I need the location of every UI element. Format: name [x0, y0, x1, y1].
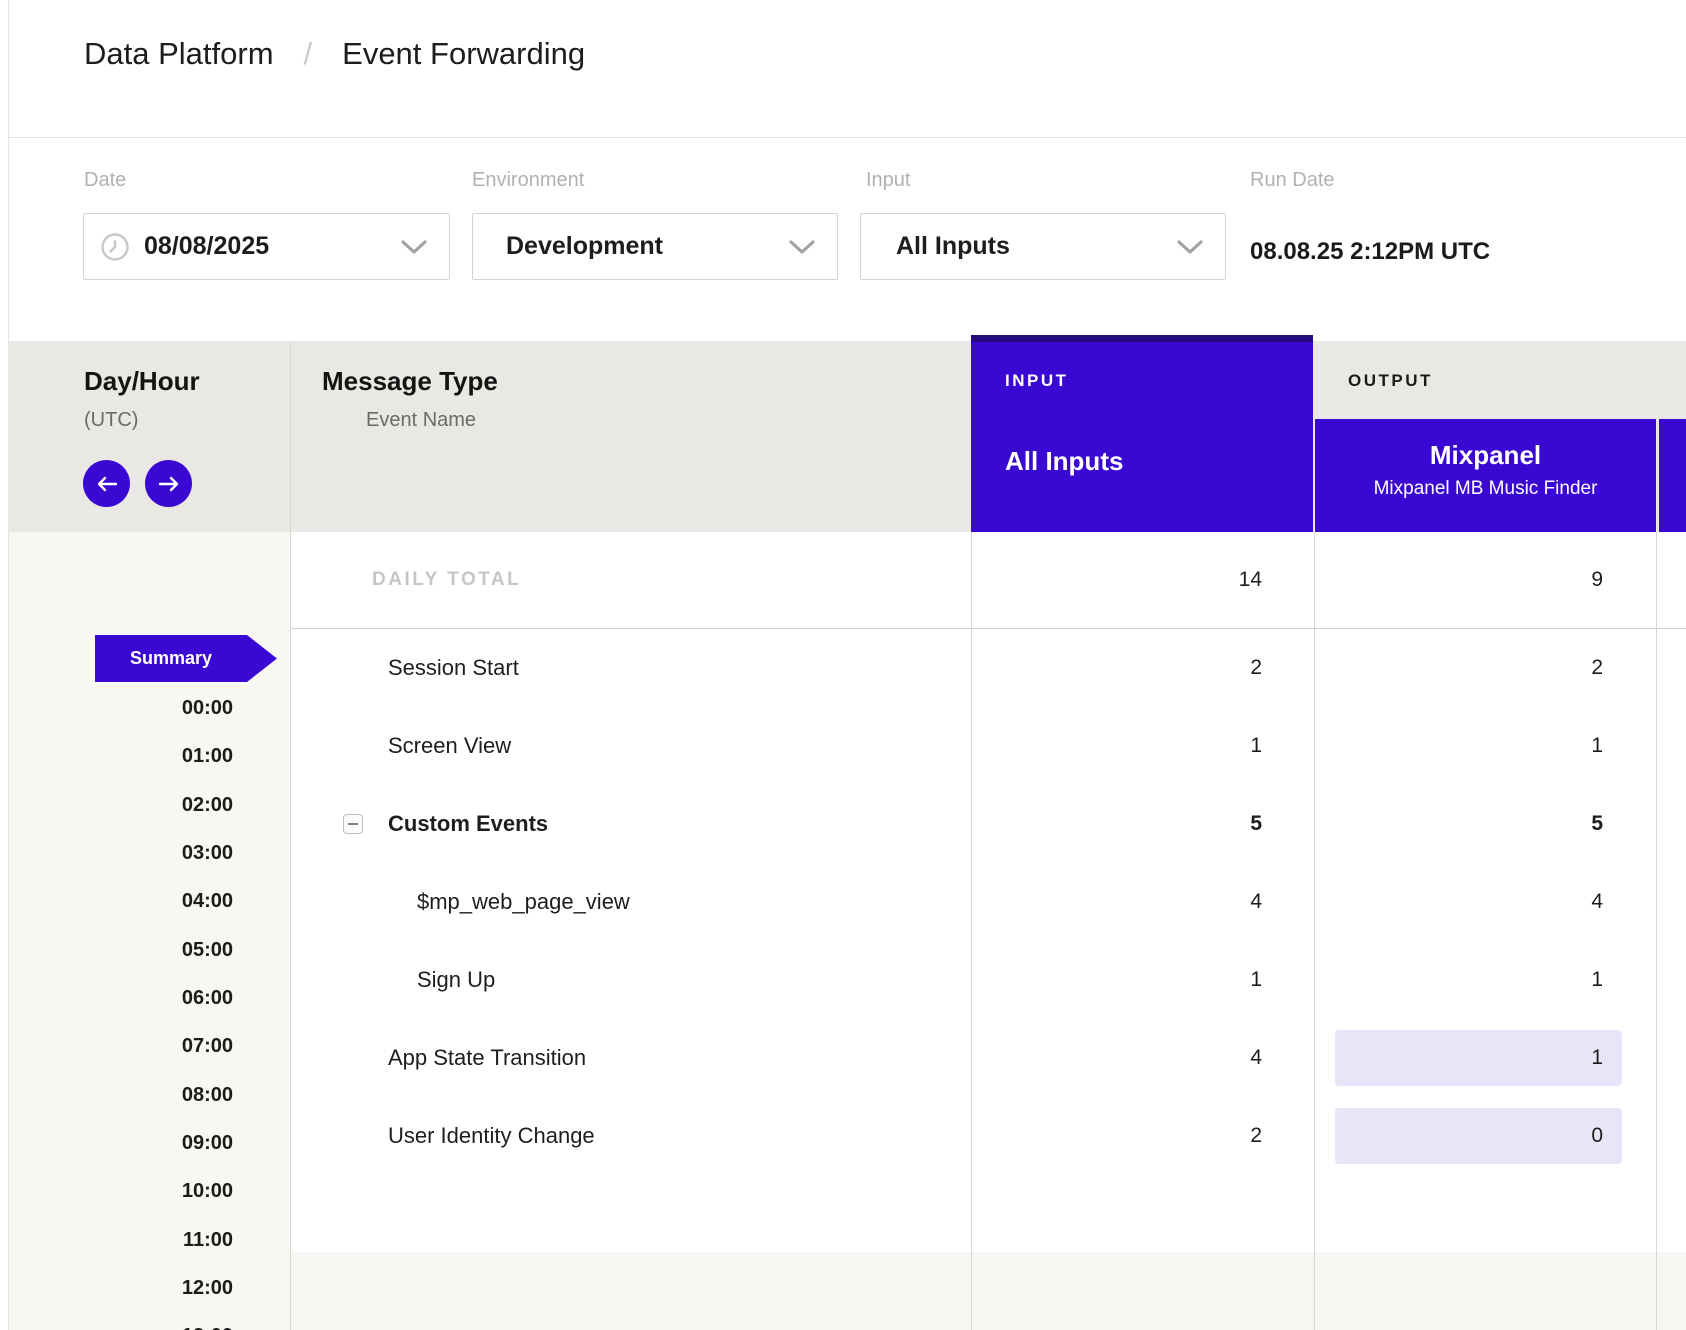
breadcrumb-section[interactable]: Data Platform: [84, 36, 274, 72]
column-divider: [1656, 532, 1657, 1330]
hour-label[interactable]: 06:00: [84, 987, 233, 1009]
table-row: Session Start 2 2: [291, 629, 1686, 707]
environment-dropdown-value: Development: [506, 232, 663, 261]
page-title: Event Forwarding: [342, 36, 585, 72]
clock-icon: [100, 232, 130, 262]
daily-total-row: DAILY TOTAL 14 9: [291, 532, 1686, 629]
row-input-value: 1: [971, 707, 1262, 785]
row-input-value: 4: [971, 863, 1262, 941]
row-input-value: 1: [971, 941, 1262, 1019]
chevron-down-icon: [401, 239, 427, 255]
input-dropdown[interactable]: All Inputs: [860, 213, 1226, 280]
input-column-header[interactable]: INPUT All Inputs: [971, 335, 1313, 532]
row-output-value: 4: [1314, 863, 1603, 941]
hour-label[interactable]: 13:00: [84, 1325, 233, 1330]
hour-label[interactable]: 00:00: [84, 697, 233, 719]
output-column-name: Mixpanel: [1315, 440, 1656, 471]
minus-glyph: [348, 823, 358, 825]
row-label: Session Start: [388, 629, 519, 707]
daily-total-input-value: 14: [971, 532, 1262, 628]
table-row: Custom Events 5 5: [291, 785, 1686, 863]
input-dropdown-value: All Inputs: [896, 232, 1010, 261]
input-section-label: INPUT: [1005, 371, 1069, 391]
hour-label[interactable]: 07:00: [84, 1035, 233, 1057]
row-label: User Identity Change: [388, 1097, 595, 1175]
row-input-value: 2: [971, 1097, 1262, 1175]
next-day-button[interactable]: [145, 460, 192, 507]
column-divider: [290, 341, 291, 1330]
hour-label[interactable]: 04:00: [84, 890, 233, 912]
summary-badge[interactable]: Summary: [95, 635, 277, 682]
run-date-label: Run Date: [1250, 169, 1335, 192]
output-column-partial: [1659, 419, 1686, 532]
column-divider: [1314, 532, 1315, 1330]
row-output-value: 1: [1314, 707, 1603, 785]
daily-total-output-value: 9: [1314, 532, 1603, 628]
table-row: App State Transition 4 1: [291, 1019, 1686, 1097]
breadcrumb-separator: /: [304, 36, 313, 72]
summary-badge-label: Summary: [95, 635, 247, 682]
row-output-value: 0: [1335, 1108, 1622, 1164]
row-output-value: 5: [1314, 785, 1603, 863]
hour-label[interactable]: 12:00: [84, 1277, 233, 1299]
row-input-value: 5: [971, 785, 1262, 863]
date-dropdown[interactable]: 08/08/2025: [83, 213, 450, 280]
row-input-value: 2: [971, 629, 1262, 707]
header-divider: [9, 137, 1686, 138]
row-output-value: 2: [1314, 629, 1603, 707]
row-label: Sign Up: [417, 941, 495, 1019]
environment-filter-label: Environment: [472, 169, 584, 192]
table-row: User Identity Change 2 0: [291, 1097, 1686, 1175]
day-hour-subtitle: (UTC): [84, 409, 138, 432]
column-divider: [971, 532, 972, 1330]
hour-label[interactable]: 01:00: [84, 745, 233, 767]
collapse-icon[interactable]: [343, 814, 363, 834]
hour-label[interactable]: 03:00: [84, 842, 233, 864]
row-output-value: 1: [1314, 941, 1603, 1019]
row-output-value: 1: [1335, 1030, 1622, 1086]
message-type-header: Message Type: [322, 366, 498, 397]
row-label: Custom Events: [388, 785, 548, 863]
environment-dropdown[interactable]: Development: [472, 213, 838, 280]
row-input-value: 4: [971, 1019, 1262, 1097]
table-row: Sign Up 1 1: [291, 941, 1686, 1019]
hour-label[interactable]: 02:00: [84, 794, 233, 816]
arrow-left-icon: [96, 476, 118, 492]
output-column-header[interactable]: Mixpanel Mixpanel MB Music Finder: [1315, 419, 1656, 532]
hour-label[interactable]: 05:00: [84, 939, 233, 961]
table-row: Screen View 1 1: [291, 707, 1686, 785]
prev-day-button[interactable]: [83, 460, 130, 507]
input-filter-label: Input: [866, 169, 910, 192]
flagged-output-cell[interactable]: 0: [1335, 1108, 1622, 1164]
input-column-accent-strip: [971, 335, 1313, 342]
row-label: Screen View: [388, 707, 511, 785]
hour-label[interactable]: 11:00: [84, 1229, 233, 1251]
row-label: $mp_web_page_view: [417, 863, 630, 941]
arrow-right-icon: [158, 476, 180, 492]
hour-label[interactable]: 10:00: [84, 1180, 233, 1202]
day-hour-header: Day/Hour: [84, 366, 200, 397]
input-column-name: All Inputs: [1005, 446, 1123, 477]
message-type-subtitle: Event Name: [366, 409, 476, 432]
chevron-down-icon: [1177, 239, 1203, 255]
date-dropdown-value: 08/08/2025: [144, 232, 269, 261]
chevron-down-icon: [789, 239, 815, 255]
output-column-subtitle: Mixpanel MB Music Finder: [1315, 478, 1656, 500]
table-row: $mp_web_page_view 4 4: [291, 863, 1686, 941]
flagged-output-cell[interactable]: 1: [1335, 1030, 1622, 1086]
hour-label[interactable]: 08:00: [84, 1084, 233, 1106]
run-date-value: 08.08.25 2:12PM UTC: [1250, 238, 1490, 266]
date-filter-label: Date: [84, 169, 126, 192]
output-section-label: OUTPUT: [1348, 371, 1433, 391]
breadcrumb: Data Platform / Event Forwarding: [84, 36, 585, 72]
event-forwarding-page: Data Platform / Event Forwarding Date 08…: [0, 0, 1686, 1330]
hour-label[interactable]: 09:00: [84, 1132, 233, 1154]
daily-total-label: DAILY TOTAL: [372, 532, 521, 628]
footer-band: [291, 1252, 1686, 1330]
row-label: App State Transition: [388, 1019, 586, 1097]
